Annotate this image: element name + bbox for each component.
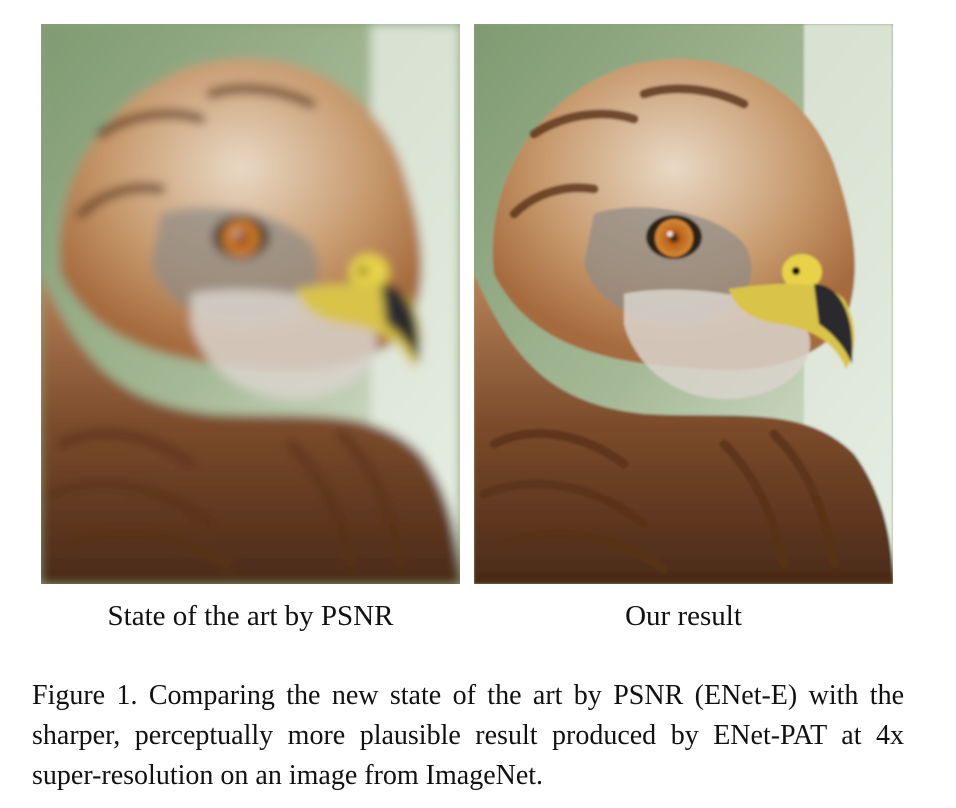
figure-caption: Figure 1. Comparing the new state of the… (32, 680, 904, 791)
hawk-blurry-image (41, 24, 460, 584)
psnr-result-image (41, 24, 460, 584)
hawk-sharp-image (474, 24, 893, 584)
psnr-panel-label: State of the art by PSNR (107, 600, 394, 632)
our-result-image (474, 24, 893, 584)
our-result-panel-label: Our result (625, 600, 742, 632)
